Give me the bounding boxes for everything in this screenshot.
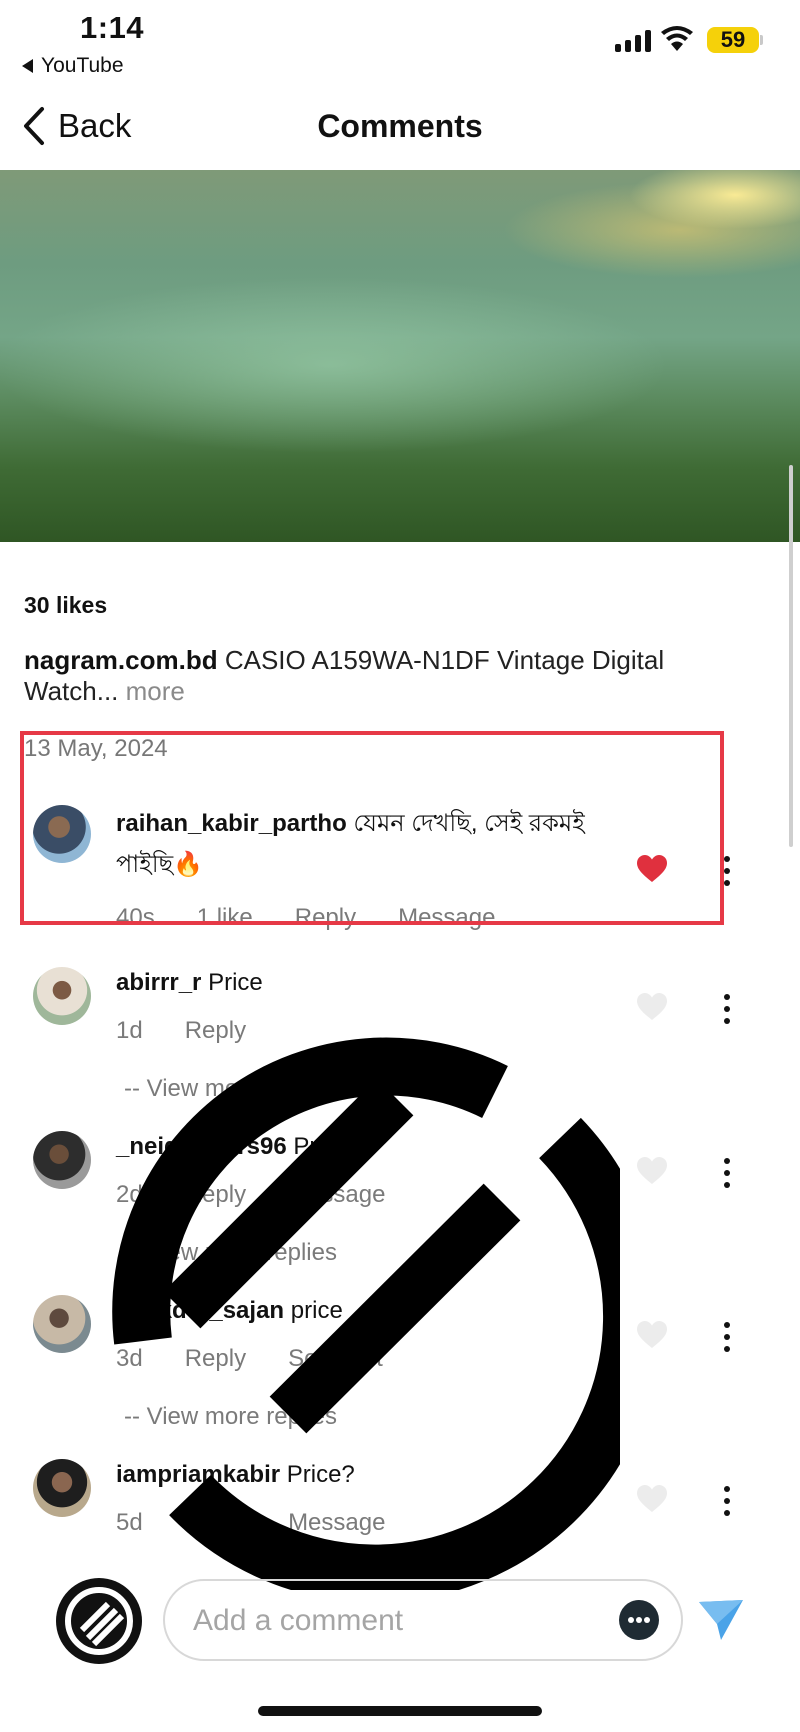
back-to-app-link[interactable]: YouTube [22,54,124,78]
caption-more-link[interactable]: more [118,676,185,706]
caption-author[interactable]: nagram.com.bd [24,645,218,675]
watermark-logo-icon [112,1037,620,1590]
page-title: Comments [317,108,483,144]
heart-outline-icon[interactable] [636,1156,668,1186]
highlight-box [20,731,724,925]
likes-count[interactable]: 30 likes [24,592,107,619]
home-indicator[interactable] [258,1706,542,1716]
logo-icon [65,1587,133,1655]
more-options-icon[interactable] [722,1158,732,1188]
more-options-icon[interactable] [722,1486,732,1516]
battery-level: 59 [707,27,759,53]
post-caption: nagram.com.bd CASIO A159WA-N1DF Vintage … [24,645,744,707]
more-options-icon[interactable] [722,994,732,1024]
status-time: 1:14 [80,10,145,45]
heart-outline-icon[interactable] [636,1484,668,1514]
comment-body: abirrr_r Price [116,962,263,1003]
chat-bubble-icon[interactable] [619,1600,659,1640]
back-triangle-icon [22,59,33,73]
send-icon[interactable] [697,1598,745,1642]
scrollbar[interactable] [789,465,793,847]
comment-input[interactable] [191,1581,575,1661]
post-image[interactable] [0,170,800,542]
caption-ellipsis: ... [96,676,119,706]
comment-text: Price [208,969,263,996]
heart-outline-icon[interactable] [636,1320,668,1350]
comment-username[interactable]: abirrr_r [116,969,201,996]
heart-outline-icon[interactable] [636,992,668,1022]
battery-cap [760,35,763,45]
back-to-app-label: YouTube [41,54,124,77]
more-options-icon[interactable] [722,1322,732,1352]
wifi-icon [660,26,694,57]
my-avatar [56,1578,142,1664]
cellular-signal-icon [615,28,651,52]
comment-composer [163,1579,683,1661]
